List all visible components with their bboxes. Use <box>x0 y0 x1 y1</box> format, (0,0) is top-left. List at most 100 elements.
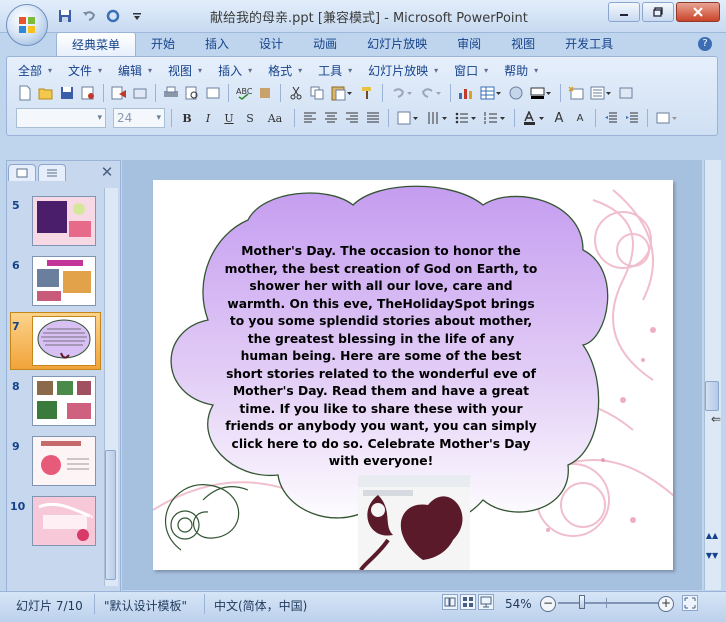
align-center-icon[interactable] <box>322 109 340 127</box>
design-icon[interactable] <box>654 109 680 127</box>
new-slide-icon[interactable] <box>567 84 585 102</box>
chart-icon[interactable] <box>457 84 475 102</box>
next-slide-icon[interactable]: ▼▼ <box>705 551 719 563</box>
open-icon[interactable] <box>37 84 55 102</box>
new-icon[interactable] <box>16 84 34 102</box>
slide-show-view-icon[interactable] <box>478 594 494 610</box>
zoom-slider-knob[interactable] <box>579 595 586 609</box>
restore-button[interactable] <box>642 2 674 22</box>
layout-icon[interactable] <box>588 84 614 102</box>
print-icon[interactable] <box>162 84 180 102</box>
slide-thumbnail-7[interactable] <box>32 316 96 366</box>
slide-thumbnail-10[interactable] <box>32 496 96 546</box>
publish-icon[interactable] <box>131 84 149 102</box>
align-left-icon[interactable] <box>301 109 319 127</box>
font-size-combo[interactable]: 24 <box>113 108 165 128</box>
grow-font-button[interactable]: A <box>550 109 568 127</box>
italic-button[interactable]: I <box>199 109 217 127</box>
tab-insert[interactable]: 插入 <box>190 32 244 56</box>
color-icon[interactable] <box>528 84 554 102</box>
tab-view[interactable]: 视图 <box>496 32 550 56</box>
redo-icon[interactable] <box>104 7 122 25</box>
shadow-button[interactable]: S <box>241 109 259 127</box>
previous-slide-icon[interactable]: ▲▲ <box>705 531 719 543</box>
menu-file[interactable]: 文件 <box>64 62 102 80</box>
justify-icon[interactable] <box>364 109 382 127</box>
send-icon[interactable] <box>110 84 128 102</box>
redo-icon[interactable] <box>418 84 444 102</box>
table-icon[interactable] <box>478 84 504 102</box>
slide-thumbnail-8[interactable] <box>32 376 96 426</box>
bullets-icon[interactable] <box>453 109 479 127</box>
theme-name[interactable]: "默认设计模板" <box>104 597 187 614</box>
help-icon[interactable]: ? <box>698 37 712 51</box>
tab-classic-menu[interactable]: 经典菜单 <box>56 32 137 57</box>
language-indicator[interactable]: 中文(简体，中国) <box>214 597 307 614</box>
spelling-icon[interactable]: ABC <box>235 84 253 102</box>
slides-pane-scroll-thumb[interactable] <box>105 450 116 580</box>
undo-icon[interactable] <box>80 7 98 25</box>
menu-insert[interactable]: 插入 <box>214 62 252 80</box>
vertical-scrollbar[interactable] <box>704 160 721 590</box>
tab-design[interactable]: 设计 <box>244 32 298 56</box>
underline-button[interactable]: U <box>220 109 238 127</box>
decrease-indent-icon[interactable] <box>602 109 620 127</box>
zoom-in-icon[interactable]: + <box>658 596 674 612</box>
slide-thumbnail-5[interactable] <box>32 196 96 246</box>
menu-tools[interactable]: 工具 <box>314 62 352 80</box>
tab-review[interactable]: 审阅 <box>442 32 496 56</box>
menu-edit[interactable]: 编辑 <box>114 62 152 80</box>
menu-slide-show[interactable]: 幻灯片放映 <box>364 62 438 80</box>
customize-icon[interactable] <box>128 7 146 25</box>
undo-icon[interactable] <box>389 84 415 102</box>
text-direction-icon[interactable] <box>424 109 450 127</box>
tab-home[interactable]: 开始 <box>136 32 190 56</box>
tab-animations[interactable]: 动画 <box>298 32 352 56</box>
shrink-font-button[interactable]: A <box>571 109 589 127</box>
close-button[interactable] <box>676 2 720 22</box>
save-icon[interactable] <box>58 84 76 102</box>
fit-to-window-icon[interactable] <box>682 595 698 611</box>
slide-thumbnail-9[interactable] <box>32 436 96 486</box>
zoom-slider[interactable] <box>558 602 658 604</box>
menu-help[interactable]: 帮助 <box>500 62 538 80</box>
zoom-level[interactable]: 54% <box>505 597 532 611</box>
outline-tab[interactable] <box>38 164 66 181</box>
format-painter-icon[interactable] <box>358 84 376 102</box>
zoom-out-icon[interactable]: − <box>540 596 556 612</box>
pane-close-icon[interactable]: ✕ <box>99 164 115 180</box>
numbering-icon[interactable] <box>482 109 508 127</box>
research-book-icon[interactable] <box>256 84 274 102</box>
vertical-scroll-thumb[interactable] <box>705 381 719 411</box>
menu-all[interactable]: 全部 <box>14 62 52 80</box>
slide-body-text[interactable]: Mother's Day. The occasion to honor the … <box>222 243 540 471</box>
picture-icon[interactable] <box>507 84 525 102</box>
slide-thumbnail-6[interactable] <box>32 256 96 306</box>
bold-button[interactable]: B <box>178 109 196 127</box>
increase-indent-icon[interactable] <box>623 109 641 127</box>
pane-tabs <box>8 164 66 181</box>
print-preview-icon[interactable] <box>183 84 201 102</box>
save-icon[interactable] <box>56 7 74 25</box>
columns-icon[interactable] <box>395 109 421 127</box>
zoom-icon[interactable] <box>617 84 635 102</box>
font-color-icon[interactable] <box>521 109 547 127</box>
research-icon[interactable] <box>204 84 222 102</box>
tab-slide-show[interactable]: 幻灯片放映 <box>352 32 442 56</box>
minimize-button[interactable] <box>608 2 640 22</box>
menu-window[interactable]: 窗口 <box>450 62 488 80</box>
align-right-icon[interactable] <box>343 109 361 127</box>
paste-icon[interactable] <box>329 84 355 102</box>
permission-icon[interactable] <box>79 84 97 102</box>
change-case-button[interactable]: Aa <box>262 109 288 127</box>
slide-sorter-view-icon[interactable] <box>460 594 476 610</box>
menu-format[interactable]: 格式 <box>264 62 302 80</box>
copy-icon[interactable] <box>308 84 326 102</box>
cut-icon[interactable] <box>287 84 305 102</box>
menu-view[interactable]: 视图 <box>164 62 202 80</box>
normal-view-icon[interactable] <box>442 594 458 610</box>
tab-developer[interactable]: 开发工具 <box>550 32 628 56</box>
font-name-combo[interactable] <box>16 108 106 128</box>
slides-tab[interactable] <box>8 164 36 181</box>
office-button[interactable] <box>6 4 48 46</box>
